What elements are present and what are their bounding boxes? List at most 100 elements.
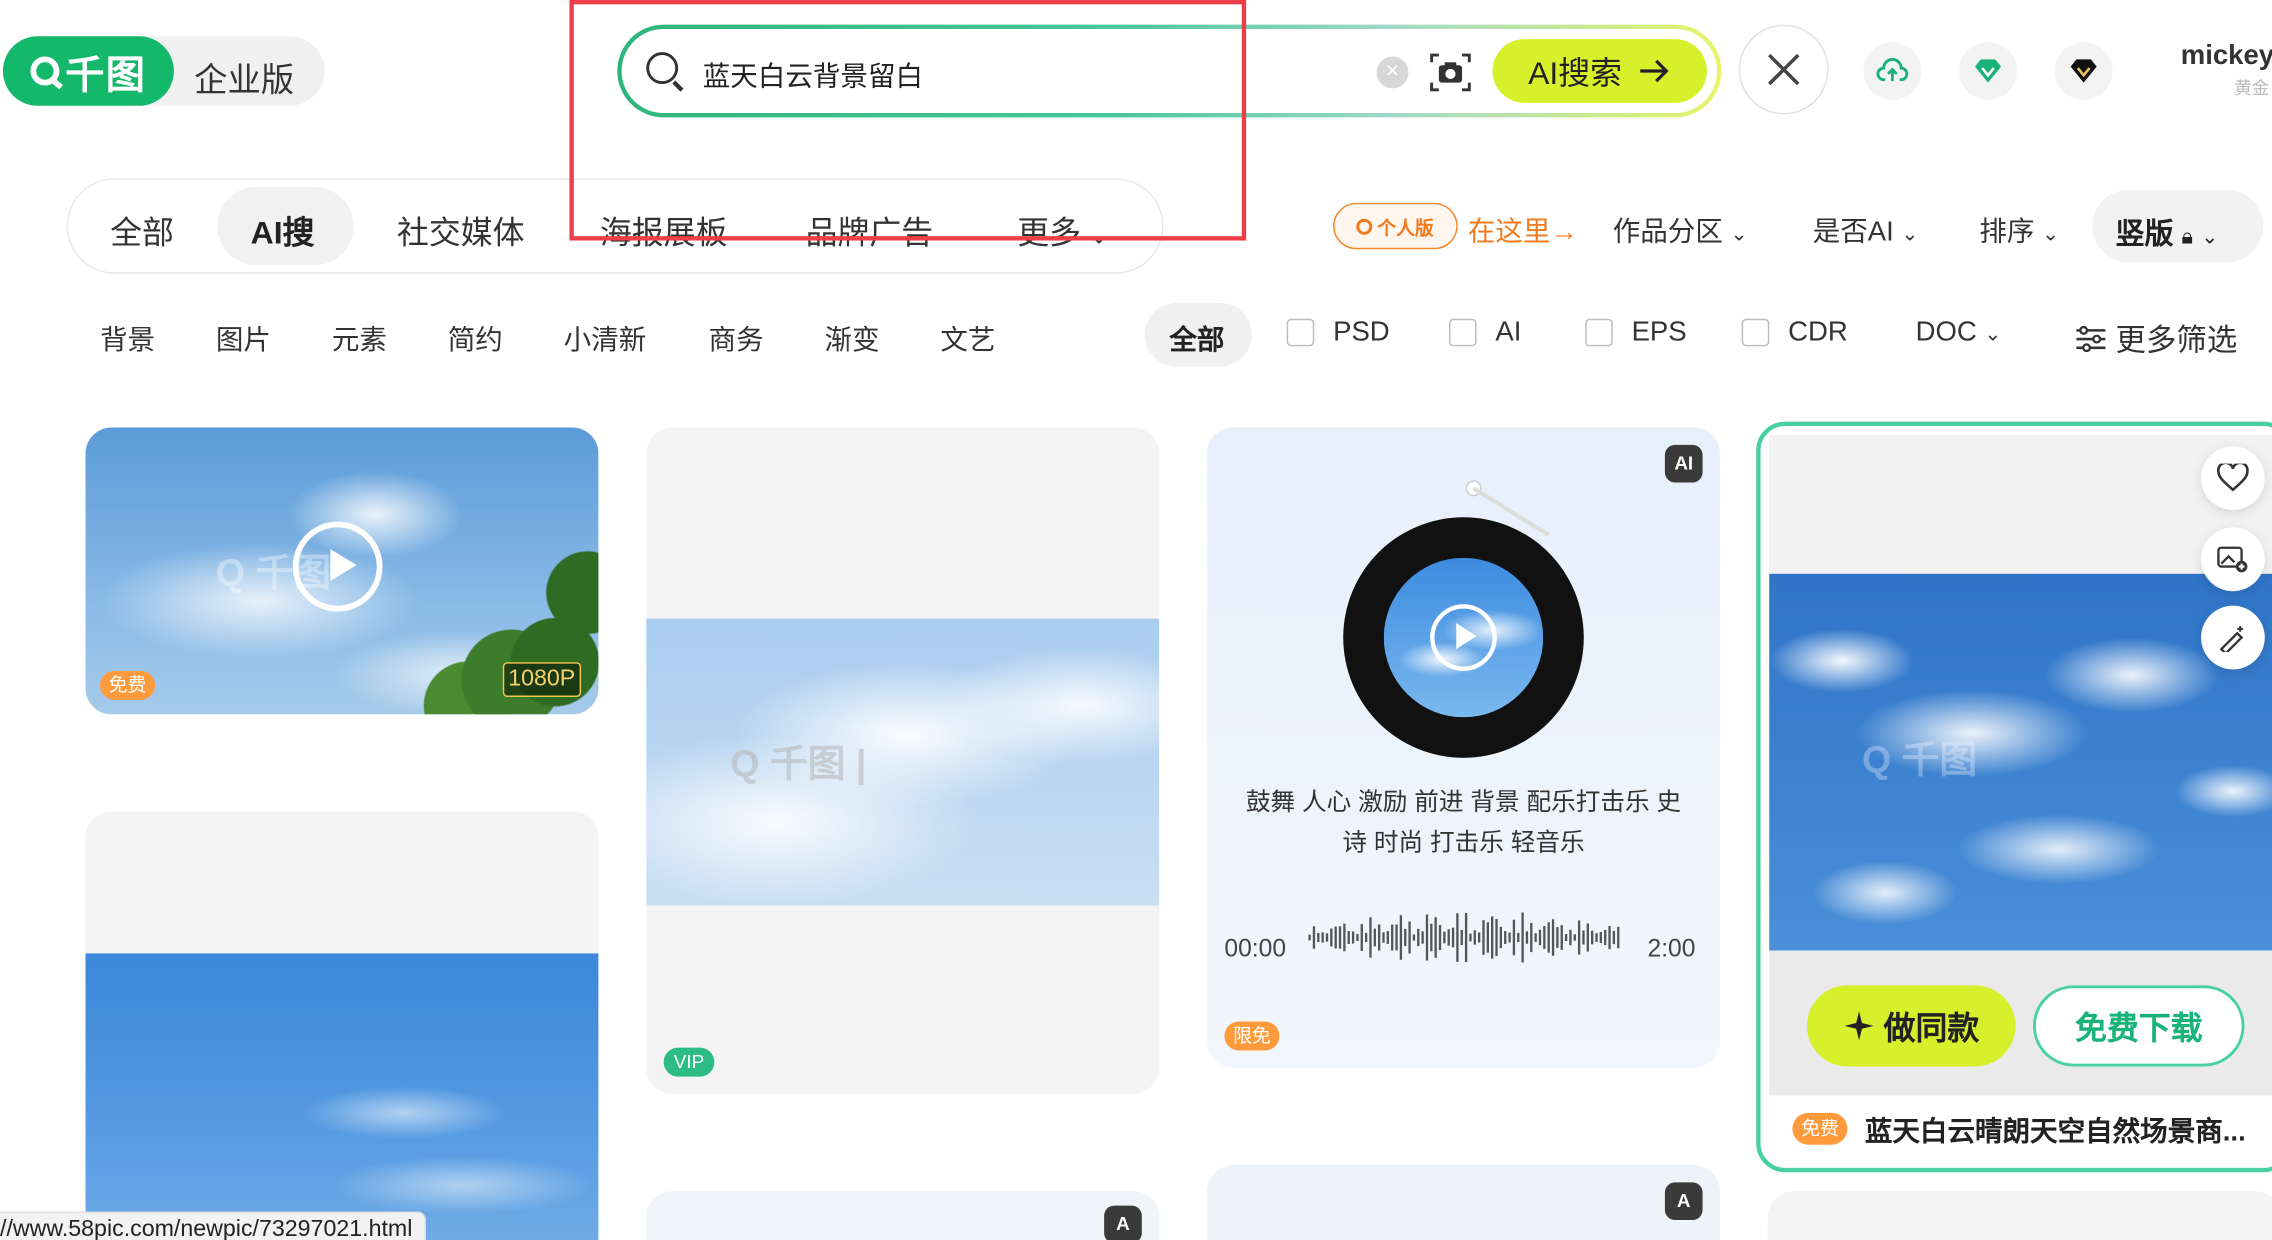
enterprise-label[interactable]: 企业版 xyxy=(194,52,294,101)
cdr-checkbox[interactable] xyxy=(1741,318,1770,347)
green-diamond-icon xyxy=(1974,59,2002,83)
waveform-bar xyxy=(1364,932,1368,943)
waveform-bar xyxy=(1443,931,1446,944)
work-category-label: 作品分区 xyxy=(1612,217,1723,248)
waveform-bar xyxy=(1512,919,1516,956)
logo-q-icon xyxy=(30,56,60,86)
waveform-bar xyxy=(1395,924,1398,951)
tab-ai-search[interactable]: AI搜 xyxy=(251,207,315,253)
black-diamond-icon xyxy=(2070,59,2097,83)
sky-image xyxy=(85,953,599,1240)
qiantu-logo[interactable]: 千图 xyxy=(2,36,174,106)
waveform-bar xyxy=(1399,915,1403,960)
waveform-bar xyxy=(1343,923,1346,952)
cdr-label[interactable]: CDR xyxy=(1788,317,1848,349)
chip-element[interactable]: 元素 xyxy=(332,319,387,358)
waveform-bar xyxy=(1564,934,1568,942)
chip-picture[interactable]: 图片 xyxy=(216,319,271,358)
psd-checkbox[interactable] xyxy=(1286,318,1315,347)
image-add-icon xyxy=(2217,546,2248,573)
waveform-bar xyxy=(1386,931,1390,944)
page: 千图 企业版 蓝天白云背景留白 × AI搜索 mickey 黄金 全部 AI搜 … xyxy=(0,0,2272,1240)
waveform-bar xyxy=(1447,929,1450,946)
waveform-bar xyxy=(1369,917,1372,958)
user-name[interactable]: mickey xyxy=(2181,41,2272,73)
waveform-bar xyxy=(1591,930,1594,945)
eps-checkbox[interactable] xyxy=(1585,318,1613,347)
image-card[interactable]: A xyxy=(646,1191,1160,1240)
waveform-bar xyxy=(1408,921,1411,954)
similar-image-button[interactable] xyxy=(2201,527,2265,592)
free-download-button[interactable]: 免费下载 xyxy=(2032,985,2245,1067)
video-card[interactable]: Q 千图 免费 1080P xyxy=(85,427,599,715)
free-badge: 免费 xyxy=(99,670,156,700)
chip-literary[interactable]: 文艺 xyxy=(940,319,995,358)
vip-green-button[interactable] xyxy=(1959,42,2018,100)
vip-black-button[interactable] xyxy=(2054,42,2113,100)
camera-icon[interactable] xyxy=(1427,49,1473,95)
favorite-button[interactable] xyxy=(2201,446,2265,511)
tab-social-media[interactable]: 社交媒体 xyxy=(397,207,525,253)
arrow-right-icon xyxy=(1640,59,1670,83)
close-icon xyxy=(1767,53,1800,86)
card-title[interactable]: 蓝天白云晴朗天空自然场景商... xyxy=(1865,1110,2271,1149)
eps-label[interactable]: EPS xyxy=(1632,317,1687,349)
waveform-bar xyxy=(1499,926,1503,949)
hover-image-card[interactable]: Q 千图 做同款 免费下载 免费 蓝天白云晴朗天空自然场景商... xyxy=(1756,421,2272,1173)
tab-all[interactable]: 全部 xyxy=(110,207,174,253)
chip-background[interactable]: 背景 xyxy=(100,319,155,358)
sort-dropdown[interactable]: 排序 ⌄ xyxy=(1979,210,2059,249)
ai-search-button[interactable]: AI搜索 xyxy=(1492,39,1707,103)
ai-generated-badge: A xyxy=(1104,1205,1142,1240)
image-card[interactable] xyxy=(85,811,599,1240)
here-link[interactable]: 在这里→ xyxy=(1468,210,1578,249)
do-same-button[interactable]: 做同款 xyxy=(1806,985,2016,1067)
vinyl-record xyxy=(1343,517,1584,758)
waveform-bar xyxy=(1608,925,1611,950)
work-category-dropdown[interactable]: 作品分区 ⌄ xyxy=(1613,210,1748,249)
blue-sky-image xyxy=(1769,573,2272,951)
waveform-bar xyxy=(1617,926,1620,949)
logo-text: 千图 xyxy=(65,52,147,97)
chip-fresh[interactable]: 小清新 xyxy=(564,319,647,358)
sort-label: 排序 xyxy=(1979,217,2035,248)
chip-business[interactable]: 商务 xyxy=(709,319,764,358)
more-filter-label: 更多筛选 xyxy=(2115,324,2238,358)
waveform-bar xyxy=(1547,922,1550,953)
psd-label[interactable]: PSD xyxy=(1333,317,1390,349)
clear-search-icon[interactable]: × xyxy=(1376,56,1409,89)
image-card[interactable] xyxy=(1767,1191,2272,1240)
waveform-bar xyxy=(1599,931,1603,944)
format-all-label: 全部 xyxy=(1169,326,1225,357)
chevron-down-icon: ⌄ xyxy=(2201,224,2219,248)
audio-waveform[interactable] xyxy=(1306,906,1622,970)
is-ai-dropdown[interactable]: 是否AI ⌄ xyxy=(1813,210,1919,249)
personal-edition-pill[interactable]: 个人版 xyxy=(1333,202,1458,250)
close-search-button[interactable] xyxy=(1738,24,1829,115)
chip-simple[interactable]: 简约 xyxy=(448,319,503,358)
upload-button[interactable] xyxy=(1863,42,1922,100)
ai-label[interactable]: AI xyxy=(1495,317,1521,349)
image-card[interactable]: Q 千图 | VIP xyxy=(646,427,1160,1094)
chip-gradient[interactable]: 渐变 xyxy=(824,319,879,358)
waveform-bar xyxy=(1477,932,1481,943)
waveform-bar xyxy=(1469,933,1472,942)
ai-generated-badge: A xyxy=(1664,1182,1703,1221)
time-end: 2:00 xyxy=(1647,934,1696,963)
ai-checkbox[interactable] xyxy=(1449,318,1477,347)
more-filter-button[interactable]: 更多筛选 xyxy=(2075,317,2237,360)
waveform-bar xyxy=(1308,934,1311,941)
music-card[interactable]: A xyxy=(1207,1164,1720,1240)
music-card[interactable]: AI 鼓舞 人心 激励 前进 背景 配乐打击乐 史 诗 时尚 打击乐 轻音乐 0… xyxy=(1207,427,1720,1068)
waveform-bar xyxy=(1430,923,1433,952)
play-icon[interactable] xyxy=(292,521,383,612)
waveform-bar xyxy=(1508,932,1511,943)
doc-label: DOC xyxy=(1915,317,1977,348)
edit-button[interactable] xyxy=(2201,605,2265,670)
sparkle-icon xyxy=(1844,1011,1874,1041)
waveform-bar xyxy=(1551,919,1555,956)
play-icon[interactable] xyxy=(1430,604,1497,671)
waveform-bar xyxy=(1577,920,1581,955)
doc-dropdown[interactable]: DOC ⌄ xyxy=(1916,317,2002,349)
waveform-bar xyxy=(1347,931,1350,944)
